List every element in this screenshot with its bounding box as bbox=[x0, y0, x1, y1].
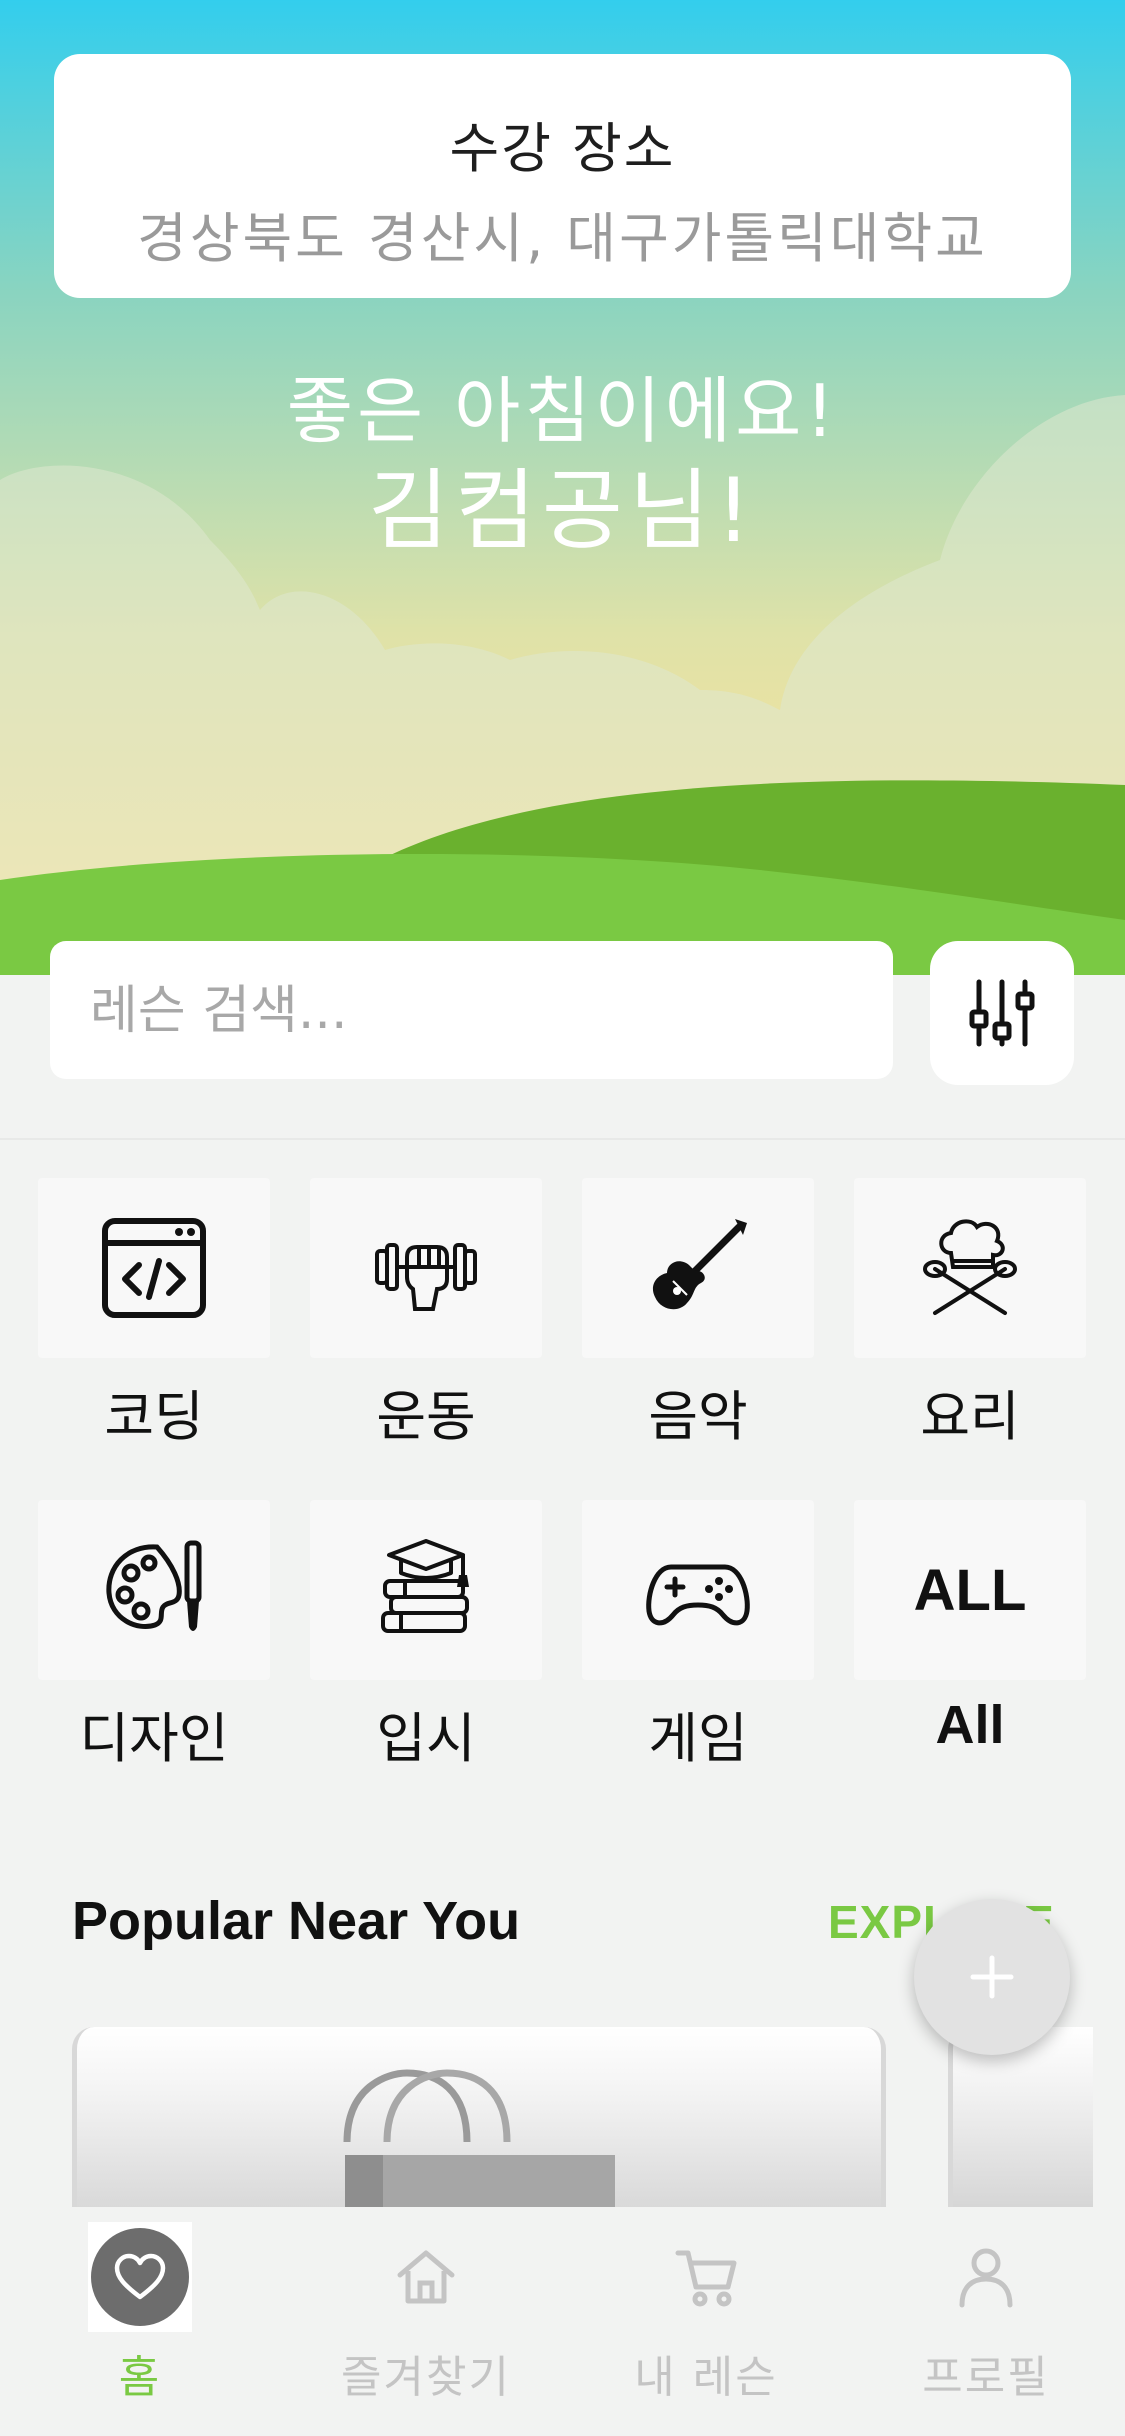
person-icon bbox=[959, 2248, 1013, 2308]
shopping-bag-icon bbox=[343, 2069, 615, 2207]
category-tile bbox=[582, 1178, 814, 1358]
tab-home[interactable]: 홈 bbox=[20, 2207, 260, 2405]
tab-label: 홈 bbox=[118, 2352, 162, 2403]
bottom-tab-bar: 홈 즐겨찾기 내 레슨 프로필 bbox=[0, 2207, 1125, 2436]
all-tile-text: ALL bbox=[913, 1557, 1027, 1623]
add-floating-button[interactable] bbox=[914, 1899, 1070, 2055]
tab-label: 즐겨찾기 bbox=[341, 2352, 511, 2403]
category-label: All bbox=[935, 1695, 1005, 1755]
category-tile bbox=[310, 1500, 542, 1680]
greeting-user-name: 김컴공님! bbox=[367, 459, 758, 562]
tab-favorites[interactable]: 즐겨찾기 bbox=[306, 2207, 546, 2405]
category-tile bbox=[582, 1500, 814, 1680]
lesson-card[interactable] bbox=[72, 2027, 886, 2207]
location-address: 경상북도 경산시, 대구가톨릭대학교 bbox=[137, 207, 988, 270]
dumbbell-fist-icon bbox=[375, 1243, 477, 1311]
category-games[interactable]: 게임 bbox=[582, 1500, 814, 1773]
category-tile: ALL bbox=[854, 1500, 1086, 1680]
chef-hat-utensils-icon bbox=[923, 1219, 1017, 1315]
location-card[interactable]: 수강 장소 경상북도 경산시, 대구가톨릭대학교 bbox=[54, 54, 1071, 298]
category-label: 요리 bbox=[920, 1385, 1020, 1448]
category-fitness[interactable]: 운동 bbox=[310, 1178, 542, 1451]
category-label: 운동 bbox=[376, 1385, 476, 1448]
search-input[interactable] bbox=[88, 941, 852, 1081]
section-divider bbox=[0, 1138, 1125, 1140]
electric-guitar-icon bbox=[652, 1219, 747, 1310]
tab-profile[interactable]: 프로필 bbox=[866, 2207, 1106, 2405]
category-label: 디자인 bbox=[79, 1707, 229, 1770]
gamepad-icon bbox=[646, 1564, 750, 1626]
tab-label: 내 레슨 bbox=[634, 2352, 778, 2403]
category-coding[interactable]: 코딩 bbox=[38, 1178, 270, 1451]
category-label: 코딩 bbox=[104, 1385, 204, 1448]
heart-circle bbox=[91, 2228, 189, 2326]
category-tile bbox=[38, 1178, 270, 1358]
home-bubble bbox=[88, 2222, 192, 2332]
code-window-icon bbox=[102, 1218, 206, 1318]
category-label: 음악 bbox=[648, 1385, 748, 1448]
heart-icon bbox=[114, 2253, 166, 2300]
search-bar[interactable] bbox=[50, 941, 893, 1081]
house-icon bbox=[397, 2250, 455, 2304]
category-music[interactable]: 음악 bbox=[582, 1178, 814, 1451]
cart-icon bbox=[675, 2250, 737, 2307]
category-admissions[interactable]: 입시 bbox=[310, 1500, 542, 1773]
filter-button[interactable] bbox=[930, 941, 1074, 1085]
category-cooking[interactable]: 요리 bbox=[854, 1178, 1086, 1451]
tab-label: 프로필 bbox=[922, 2352, 1050, 2403]
plus-icon bbox=[970, 1955, 1014, 1999]
category-label: 입시 bbox=[376, 1707, 476, 1770]
section-title-popular: Popular Near You bbox=[72, 1891, 521, 1951]
category-tile bbox=[854, 1178, 1086, 1358]
sliders-icon bbox=[969, 979, 1035, 1047]
palette-brush-icon bbox=[106, 1540, 202, 1631]
location-title: 수강 장소 bbox=[449, 117, 676, 180]
lesson-card[interactable] bbox=[948, 2027, 1093, 2207]
category-tile bbox=[38, 1500, 270, 1680]
books-graduation-cap-icon bbox=[381, 1539, 469, 1633]
category-label: 게임 bbox=[648, 1707, 748, 1770]
category-design[interactable]: 디자인 bbox=[38, 1500, 270, 1773]
category-all[interactable]: ALL All bbox=[854, 1500, 1086, 1756]
tab-my-lessons[interactable]: 내 레슨 bbox=[586, 2207, 826, 2405]
category-tile bbox=[310, 1178, 542, 1358]
